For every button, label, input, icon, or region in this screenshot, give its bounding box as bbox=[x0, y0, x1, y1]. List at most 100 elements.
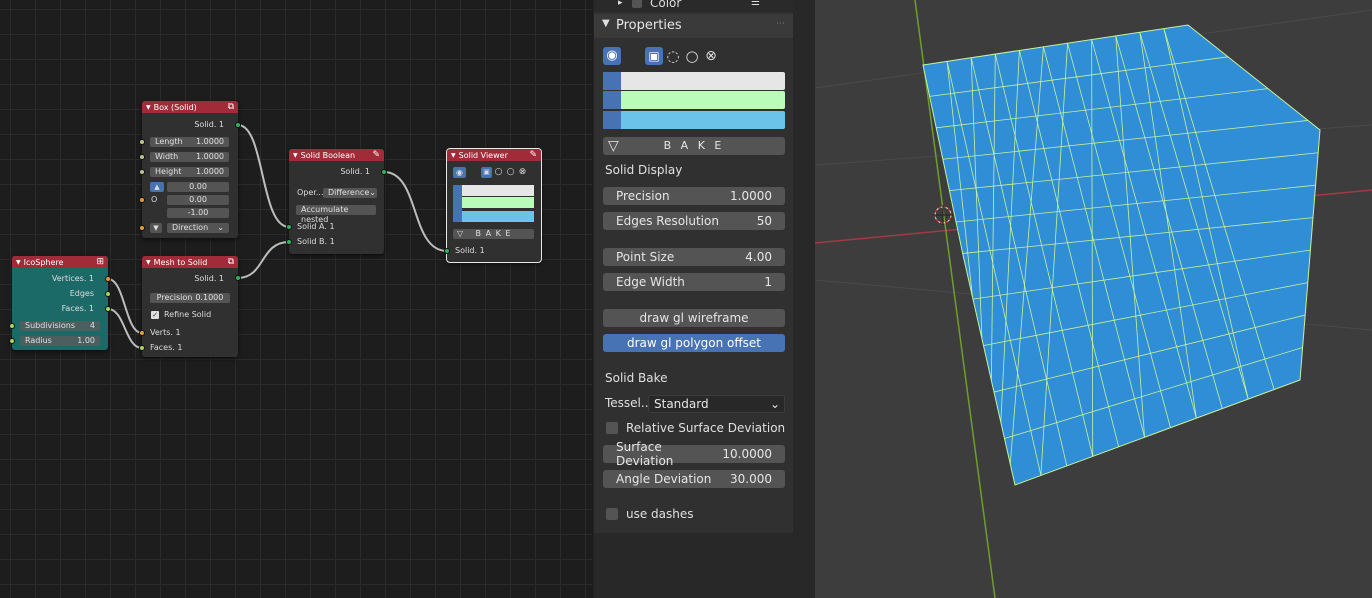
face-color-field[interactable] bbox=[603, 111, 785, 129]
copy-icon: ⧉ bbox=[227, 102, 234, 112]
region-divider[interactable] bbox=[793, 0, 815, 598]
node-solid-viewer[interactable]: ▼ Solid Viewer ✎ ◉ ▣ ○ ○ ⊗ ▽ B A K E Solid.… bbox=[446, 148, 542, 263]
draw-gl-polygon-offset-button[interactable]: draw gl polygon offset bbox=[603, 334, 785, 352]
point-size-field[interactable]: Point Size 4.00 bbox=[603, 248, 785, 266]
vector-x-field[interactable]: 0.00 bbox=[167, 182, 229, 192]
cube-icon[interactable]: ▣ bbox=[481, 167, 492, 178]
input-socket[interactable] bbox=[139, 169, 145, 175]
bake-button[interactable]: ▽ B A K E bbox=[453, 229, 534, 239]
vertex-circle-icon[interactable]: ◌ bbox=[664, 47, 682, 65]
input-socket[interactable] bbox=[9, 323, 15, 329]
link-icon[interactable]: ⊗ bbox=[517, 167, 528, 178]
vector-y-field[interactable]: 0.00 bbox=[167, 195, 229, 205]
input-socket[interactable] bbox=[286, 224, 292, 230]
circle-icon[interactable]: ○ bbox=[505, 167, 516, 178]
edge-width-field[interactable]: Edge Width 1 bbox=[603, 273, 785, 291]
mesh-icon: ⊞ bbox=[96, 257, 104, 267]
output-label: Solid. 1 bbox=[340, 167, 370, 176]
expand-arrow-icon: ▸ bbox=[618, 0, 623, 8]
output-socket[interactable] bbox=[381, 169, 387, 175]
output-socket[interactable] bbox=[105, 276, 111, 282]
copy-icon: ⧉ bbox=[227, 257, 234, 267]
wrench-icon: ✎ bbox=[372, 150, 380, 160]
input-socket[interactable] bbox=[139, 139, 145, 145]
link-icon[interactable]: ⊗ bbox=[702, 47, 720, 65]
input-socket[interactable] bbox=[139, 225, 145, 231]
properties-title: Properties bbox=[616, 18, 682, 33]
output-socket[interactable] bbox=[105, 291, 111, 297]
subdivisions-field[interactable]: Subdivisions 4 bbox=[20, 321, 100, 331]
use-dashes-checkbox[interactable] bbox=[606, 508, 618, 520]
node-title: Mesh to Solid bbox=[153, 257, 208, 267]
node-editor[interactable]: ▼ Box (Solid) ⧉ Solid. 1 Length 1.0000 Widt… bbox=[0, 0, 592, 598]
chevron-down-icon: ⌄ bbox=[217, 223, 224, 232]
radius-field[interactable]: Radius 1.00 bbox=[20, 336, 100, 346]
input-socket[interactable] bbox=[444, 248, 450, 254]
input-socket[interactable] bbox=[139, 197, 145, 203]
input-socket[interactable] bbox=[139, 154, 145, 160]
tessellation-select[interactable]: Standard ⌄ bbox=[648, 395, 785, 413]
draw-gl-wireframe-button[interactable]: draw gl wireframe bbox=[603, 309, 785, 327]
solid-bake-heading: Solid Bake bbox=[605, 371, 668, 385]
vector-z-field[interactable]: -1.00 bbox=[167, 208, 229, 218]
face-color-swatch[interactable] bbox=[453, 211, 534, 222]
chevron-down-icon: ⌄ bbox=[769, 397, 780, 411]
input-label: Solid A. 1 bbox=[297, 222, 335, 231]
operation-label: Oper... bbox=[297, 188, 324, 197]
edge-color-field[interactable] bbox=[603, 91, 785, 109]
output-socket[interactable] bbox=[235, 122, 241, 128]
angle-deviation-field[interactable]: Angle Deviation 30.000 bbox=[603, 470, 785, 488]
list-icon[interactable]: ☰ bbox=[751, 0, 760, 8]
output-label: Vertices. 1 bbox=[51, 274, 94, 283]
input-socket[interactable] bbox=[9, 338, 15, 344]
eye-icon[interactable]: ◉ bbox=[603, 47, 621, 65]
precision-field[interactable]: Precision 1.0000 bbox=[603, 187, 785, 205]
height-field[interactable]: Height 1.0000 bbox=[150, 167, 229, 177]
refine-solid-checkbox[interactable]: ✓ bbox=[151, 311, 159, 319]
width-field[interactable]: Width 1.0000 bbox=[150, 152, 229, 162]
circle-icon[interactable]: ○ bbox=[683, 47, 701, 65]
face-icon bbox=[603, 111, 621, 129]
solid-mesh bbox=[922, 24, 1321, 486]
drag-handle-icon[interactable]: ⋯ bbox=[776, 19, 785, 29]
eye-icon[interactable]: ◉ bbox=[453, 167, 466, 178]
edges-resolution-field[interactable]: Edges Resolution 50 bbox=[603, 212, 785, 230]
length-field[interactable]: Length 1.0000 bbox=[150, 137, 229, 147]
node-box-solid[interactable]: ▼ Box (Solid) ⧉ Solid. 1 Length 1.0000 Widt… bbox=[142, 101, 238, 238]
output-label: Solid. 1 bbox=[194, 274, 224, 283]
input-socket[interactable] bbox=[286, 239, 292, 245]
color-icons bbox=[453, 185, 462, 222]
precision-field[interactable]: Precision 0.1000 bbox=[150, 293, 230, 303]
vertex-color-field[interactable] bbox=[603, 72, 785, 90]
output-label: Faces. 1 bbox=[61, 304, 94, 313]
accumulate-nested-button[interactable]: Accumulate nested bbox=[296, 205, 376, 224]
dropdown-toggle-button[interactable]: ▼ bbox=[150, 223, 162, 233]
bake-button[interactable]: ▽ B A K E bbox=[603, 137, 785, 155]
circle-icon[interactable]: ○ bbox=[493, 167, 504, 178]
vector-expand-button[interactable]: ▲ bbox=[150, 182, 164, 192]
node-solid-boolean[interactable]: ▼ Solid Boolean ✎ Solid. 1 Oper... Differe… bbox=[289, 149, 384, 254]
node-mesh-to-solid[interactable]: ▼ Mesh to Solid ⧉ Solid. 1 Precision 0.1000… bbox=[142, 256, 238, 357]
node-icosphere[interactable]: ▼ IcoSphere ⊞ Vertices. 1 Edges Faces. 1 S… bbox=[12, 256, 108, 350]
vertex-color-swatch[interactable] bbox=[453, 185, 534, 196]
edge-icon bbox=[603, 91, 621, 109]
input-socket[interactable] bbox=[139, 330, 145, 336]
color-subpanel-header[interactable]: ▸ Color ☰ bbox=[594, 0, 794, 12]
relative-deviation-checkbox[interactable] bbox=[606, 422, 618, 434]
properties-header[interactable]: ▼ Properties ⋯ bbox=[594, 14, 794, 38]
color-label: Color bbox=[650, 0, 682, 10]
edge-color-swatch[interactable] bbox=[453, 197, 534, 208]
node-title: IcoSphere bbox=[23, 257, 64, 267]
node-title: Solid Viewer bbox=[458, 150, 508, 160]
bake-icon: ▽ bbox=[608, 138, 619, 154]
operation-select[interactable]: Difference ⌄ bbox=[323, 188, 377, 198]
input-socket[interactable] bbox=[139, 345, 145, 351]
input-label: Faces. 1 bbox=[150, 343, 183, 352]
direction-select[interactable]: Direction ⌄ bbox=[167, 223, 229, 233]
output-socket[interactable] bbox=[235, 275, 241, 281]
3d-viewport[interactable] bbox=[815, 0, 1372, 598]
output-socket[interactable] bbox=[105, 306, 111, 312]
cube-icon[interactable]: ▣ bbox=[645, 47, 663, 65]
color-checkbox[interactable] bbox=[632, 0, 642, 8]
surface-deviation-field[interactable]: Surface Deviation 10.0000 bbox=[603, 440, 785, 468]
